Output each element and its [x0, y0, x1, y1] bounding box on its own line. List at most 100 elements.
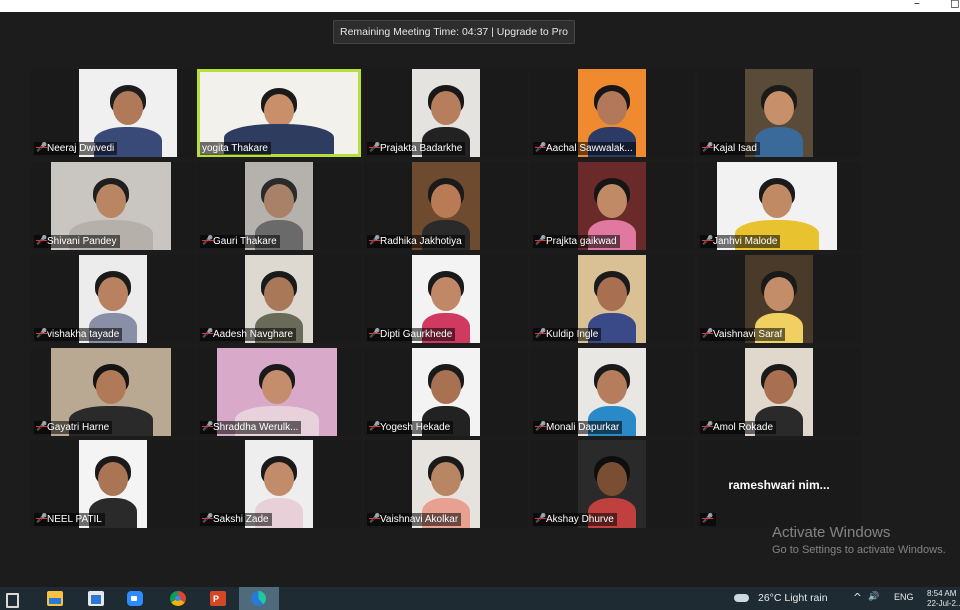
minimize-button[interactable]: – — [914, 0, 920, 10]
participant-name: vishakha tayade — [47, 329, 120, 340]
participant-name: Vaishnavi Saraf — [713, 329, 783, 340]
participant-name-bar: 🎤 Sakshi Zade — [200, 513, 272, 526]
activate-windows-watermark: Activate Windows Go to Settings to activ… — [772, 524, 946, 556]
participant-face — [264, 462, 294, 496]
mic-muted-icon: 🎤 — [369, 329, 381, 339]
participant-name-bar: 🎤 Prajakta Badarkhe — [367, 142, 466, 155]
participant-tile[interactable]: 🎤 Radhika Jakhotiya — [364, 162, 528, 250]
clock-date[interactable]: 22-Jul-2... — [927, 599, 960, 608]
participant-name: Prajakta Badarkhe — [380, 143, 463, 154]
participant-tile[interactable]: 🎤 Sakshi Zade — [197, 440, 361, 528]
mic-muted-icon: 🎤 — [369, 143, 381, 153]
store-icon[interactable] — [88, 591, 104, 606]
participant-name: Sakshi Zade — [213, 514, 269, 525]
participant-name: Neeraj Dwivedi — [47, 143, 115, 154]
tray-chevron-icon[interactable]: ^ — [853, 592, 862, 604]
participant-face — [96, 370, 126, 404]
participant-tile[interactable]: 🎤 Vaishnavi Akolkar — [364, 440, 528, 528]
participant-tile[interactable]: 🎤 NEEL PATIL — [31, 440, 195, 528]
weather-cloud-icon[interactable] — [734, 594, 749, 602]
restore-button[interactable]: ◻ — [950, 0, 960, 10]
mic-muted-icon: 🎤 — [702, 143, 714, 153]
participant-name-bar: 🎤 Aadesh Navghare — [200, 328, 297, 341]
participant-face — [764, 91, 794, 125]
participant-tile[interactable]: 🎤 Akshay Dhurve — [530, 440, 694, 528]
meeting-gallery-view: Remaining Meeting Time: 04:37 | Upgrade … — [0, 12, 960, 587]
participant-name-bar: 🎤 Yogesh Hekade — [367, 421, 454, 434]
participant-tile[interactable]: yogita Thakare — [197, 69, 361, 157]
participant-tile[interactable]: rameshwari nim... 🎤 — [697, 440, 861, 528]
participant-name-bar: 🎤 Aachal Sawwalak... — [533, 142, 636, 155]
mic-muted-icon: 🎤 — [36, 422, 48, 432]
participant-name-bar: 🎤 Janhvi Malode — [700, 235, 781, 248]
participant-name-bar: 🎤 Vaishnavi Akolkar — [367, 513, 462, 526]
participant-tile[interactable]: 🎤 Kajal Isad — [697, 69, 861, 157]
participant-name-bar: 🎤 Dipti Gaurkhede — [367, 328, 456, 341]
participant-tile[interactable]: 🎤 Prajkta gaikwad — [530, 162, 694, 250]
participant-name: Janhvi Malode — [713, 236, 778, 247]
mic-muted-icon: 🎤 — [36, 329, 48, 339]
language-indicator[interactable]: ENG — [894, 592, 914, 602]
meeting-timer-banner[interactable]: Remaining Meeting Time: 04:37 | Upgrade … — [333, 20, 576, 44]
powerpoint-icon[interactable]: P — [210, 591, 226, 606]
mic-muted-icon: 🎤 — [36, 236, 48, 246]
participant-name-bar: 🎤 Akshay Dhurve — [533, 513, 617, 526]
mic-muted-icon: 🎤 — [369, 422, 381, 432]
chrome-icon[interactable] — [170, 591, 186, 606]
participant-face — [98, 462, 128, 496]
participant-tile[interactable]: 🎤 Shivani Pandey — [31, 162, 195, 250]
participant-tile[interactable]: 🎤 Dipti Gaurkhede — [364, 255, 528, 343]
participant-face — [264, 277, 294, 311]
mic-muted-icon: 🎤 — [535, 143, 547, 153]
participant-tile[interactable]: 🎤 Gauri Thakare — [197, 162, 361, 250]
volume-icon[interactable]: 🔊 — [868, 592, 879, 602]
participant-tile[interactable]: 🎤 Prajakta Badarkhe — [364, 69, 528, 157]
participant-tile[interactable]: 🎤 Shraddha Werulk... — [197, 348, 361, 436]
participant-tile[interactable]: 🎤 vishakha tayade — [31, 255, 195, 343]
participant-name-bar: 🎤 Gauri Thakare — [200, 235, 280, 248]
participant-name-bar: 🎤 — [700, 513, 716, 526]
task-view-icon[interactable] — [6, 593, 19, 608]
participant-name-bar: 🎤 Shraddha Werulk... — [200, 421, 302, 434]
participant-face — [597, 184, 627, 218]
participant-name-bar: 🎤 Radhika Jakhotiya — [367, 235, 465, 248]
participant-face — [431, 462, 461, 496]
participant-name: yogita Thakare — [202, 143, 268, 154]
participant-tile[interactable]: 🎤 Kuldip Ingle — [530, 255, 694, 343]
participant-name: Shivani Pandey — [47, 236, 117, 247]
participant-name: Aachal Sawwalak... — [546, 143, 633, 154]
participant-tile[interactable]: 🎤 Janhvi Malode — [697, 162, 861, 250]
participant-tile[interactable]: 🎤 Gayatri Harne — [31, 348, 195, 436]
mic-muted-icon: 🎤 — [202, 329, 214, 339]
weather-text[interactable]: 26°C Light rain — [758, 592, 828, 604]
participant-face — [764, 370, 794, 404]
participant-name: Kuldip Ingle — [546, 329, 599, 340]
watermark-subtitle: Go to Settings to activate Windows. — [772, 544, 946, 556]
participant-name: Radhika Jakhotiya — [380, 236, 462, 247]
participant-tile[interactable]: 🎤 Amol Rokade — [697, 348, 861, 436]
mic-muted-icon: 🎤 — [702, 514, 714, 524]
participant-tile[interactable]: 🎤 Aadesh Navghare — [197, 255, 361, 343]
participant-name: Gauri Thakare — [213, 236, 277, 247]
mic-muted-icon: 🎤 — [36, 514, 48, 524]
participant-name: Amol Rokade — [713, 422, 774, 433]
participant-name-bar: 🎤 Vaishnavi Saraf — [700, 328, 786, 341]
file-explorer-icon[interactable] — [47, 591, 63, 606]
participant-name: Yogesh Hekade — [380, 422, 451, 433]
participant-tile[interactable]: 🎤 Monali Dapurkar — [530, 348, 694, 436]
participant-tile[interactable]: 🎤 Neeraj Dwivedi — [31, 69, 195, 157]
participant-name: Dipti Gaurkhede — [380, 329, 453, 340]
edge-icon-active[interactable] — [239, 587, 279, 610]
participant-name-bar: 🎤 Shivani Pandey — [34, 235, 120, 248]
participant-tile[interactable]: 🎤 Aachal Sawwalak... — [530, 69, 694, 157]
participant-tile[interactable]: 🎤 Vaishnavi Saraf — [697, 255, 861, 343]
watermark-title: Activate Windows — [772, 524, 891, 541]
participant-name: Prajkta gaikwad — [546, 236, 617, 247]
participant-name-bar: 🎤 Prajkta gaikwad — [533, 235, 620, 248]
clock-time[interactable]: 8:54 AM — [927, 589, 956, 598]
participant-tile[interactable]: 🎤 Yogesh Hekade — [364, 348, 528, 436]
participant-face — [597, 370, 627, 404]
participant-face — [264, 94, 294, 128]
zoom-app-icon[interactable] — [127, 591, 143, 606]
participant-name-bar: 🎤 vishakha tayade — [34, 328, 123, 341]
